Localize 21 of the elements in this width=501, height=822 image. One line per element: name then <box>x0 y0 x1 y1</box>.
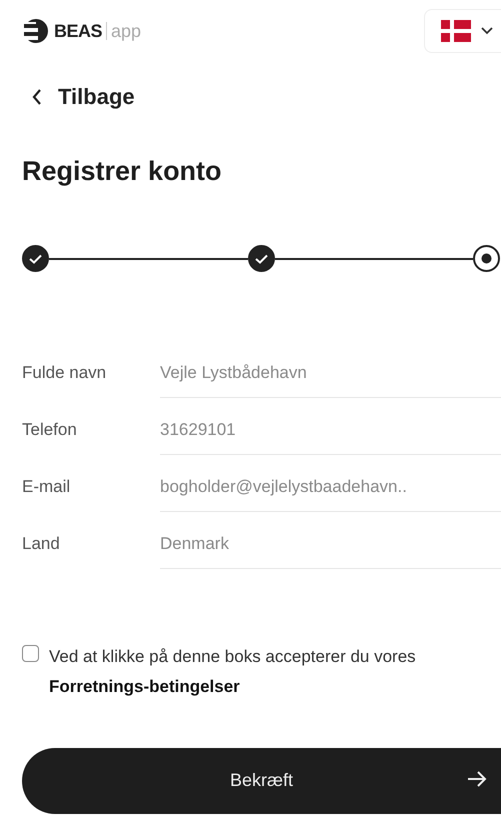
logo-icon <box>22 18 50 44</box>
field-label: Land <box>22 534 61 554</box>
chevron-left-icon <box>32 89 42 105</box>
input-field[interactable]: Vejle Lystbådehavn <box>160 347 501 398</box>
page-title: Registrer konto <box>22 156 223 187</box>
logo-text: BEAS <box>54 20 102 42</box>
back-link[interactable]: Tilbage <box>22 72 135 122</box>
input-field[interactable]: bogholder@vejlelystbaadehavn.. <box>160 461 501 512</box>
chevron-down-icon <box>481 27 493 35</box>
language-selector[interactable] <box>424 9 501 53</box>
input-field[interactable]: 31629101 <box>160 404 501 455</box>
confirm-button[interactable]: Bekræft <box>22 748 501 814</box>
flag-icon <box>441 20 471 42</box>
arrow-right-icon <box>467 770 487 788</box>
input-field[interactable]: Denmark <box>160 518 501 569</box>
field-label: Fulde navn <box>22 362 108 382</box>
terms-text: Ved at klikke på denne boks accepterer du vores Forretnings-betingelser <box>49 646 417 698</box>
terms-checkbox[interactable] <box>22 645 39 662</box>
field-label: E-mail <box>22 476 72 496</box>
field-label: Telefon <box>22 420 78 440</box>
logo-suffix: app <box>111 20 142 42</box>
